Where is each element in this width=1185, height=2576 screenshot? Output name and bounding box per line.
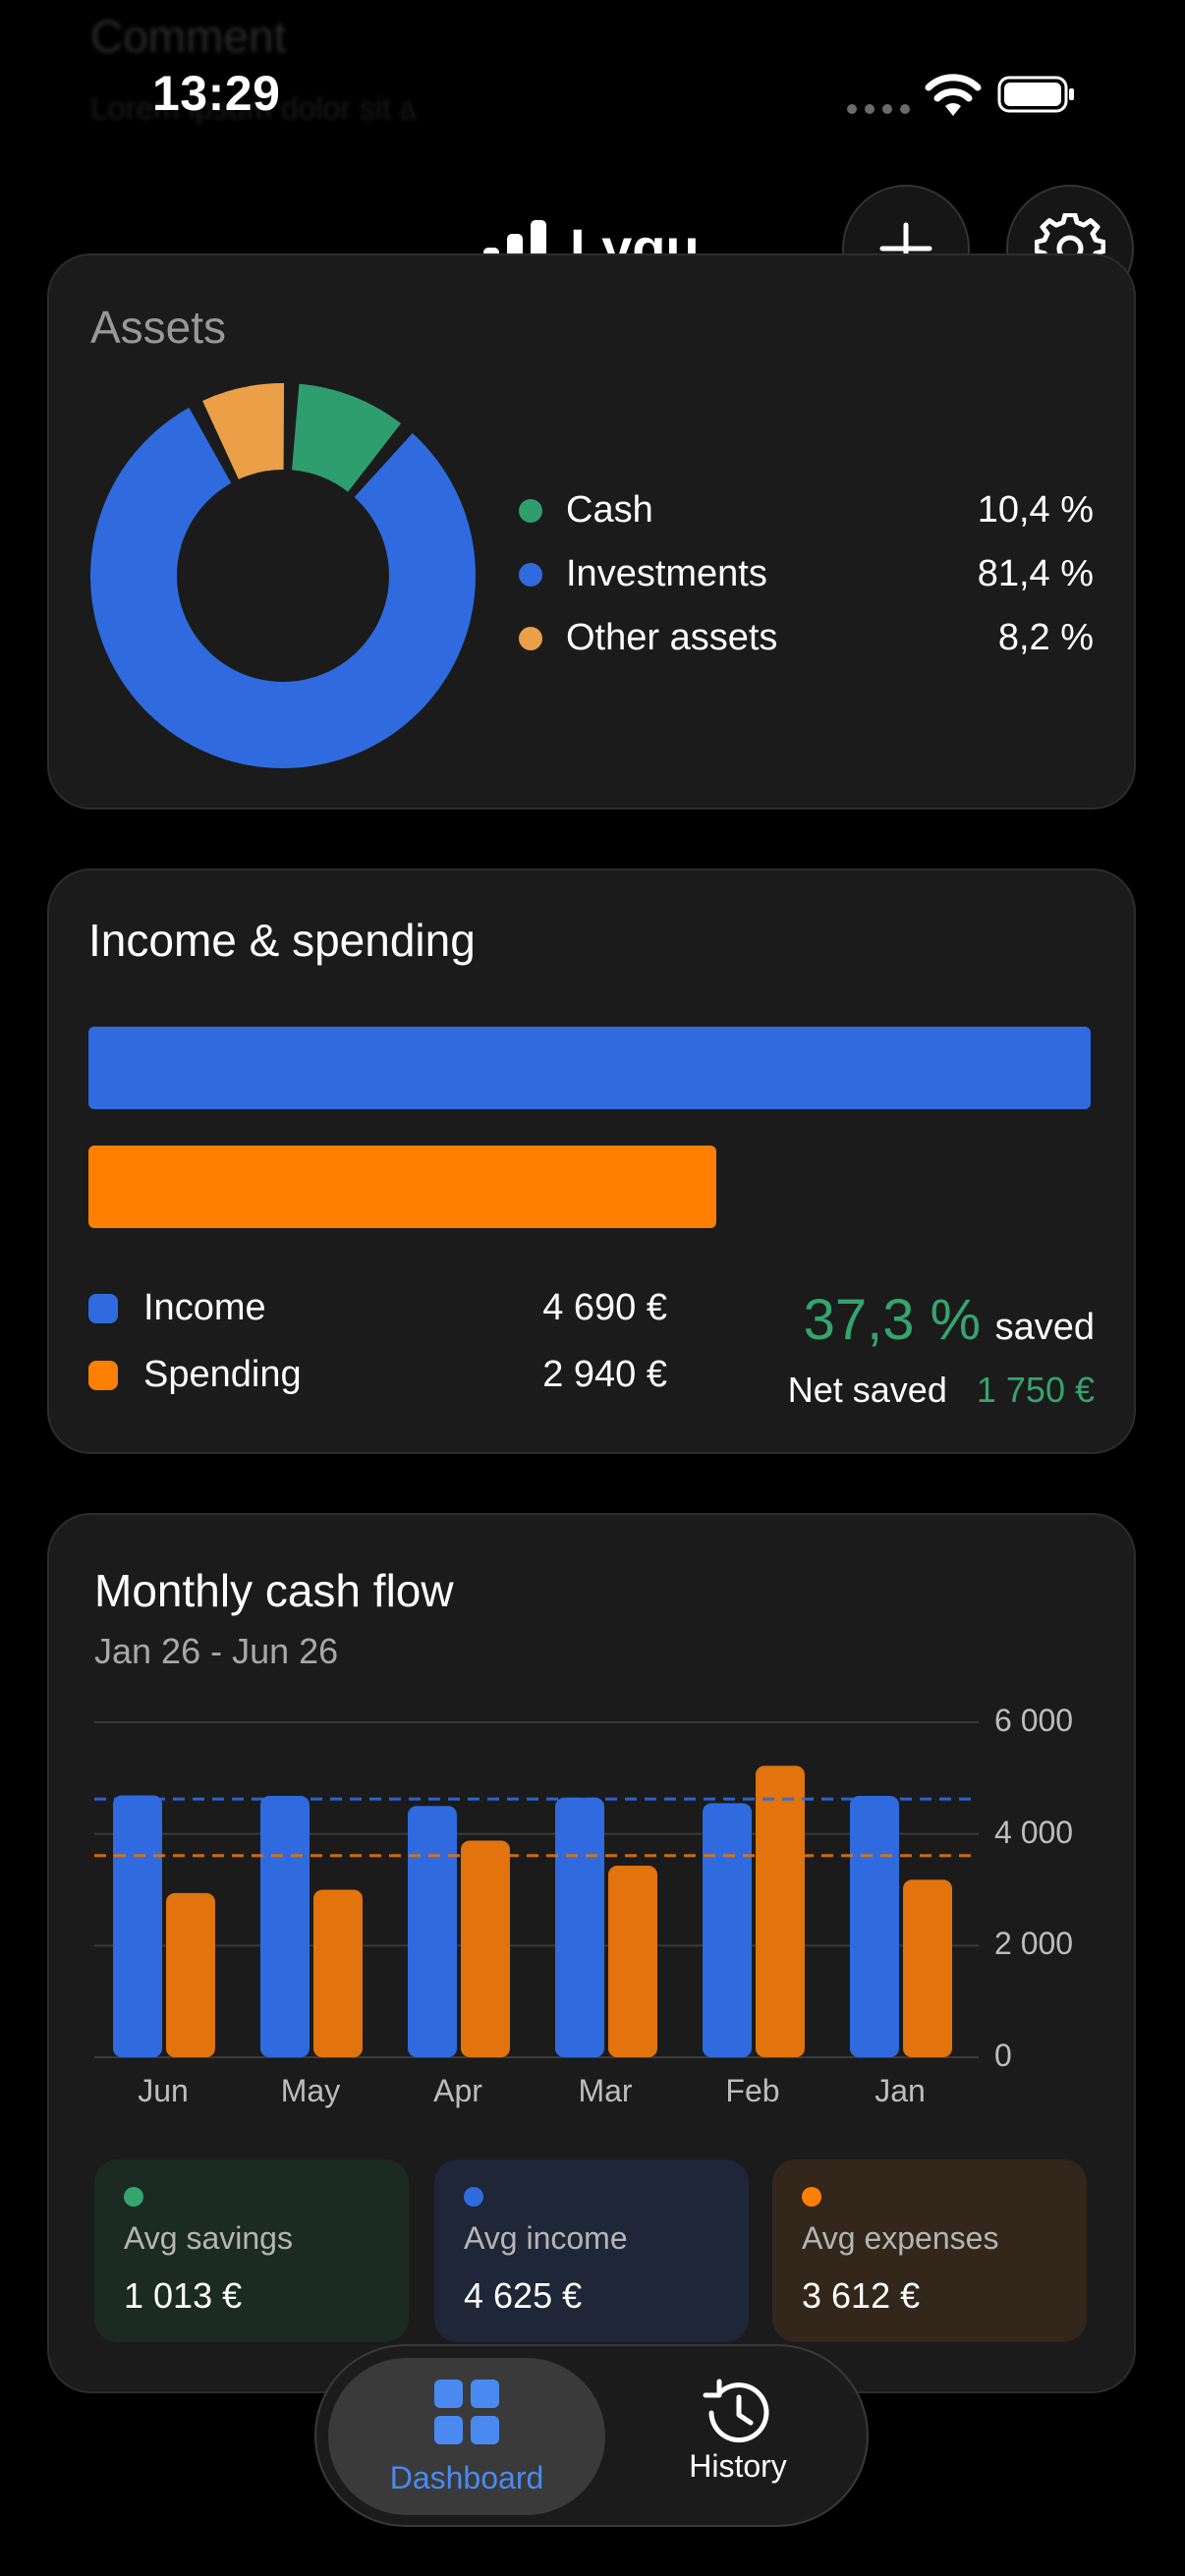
assets-legend-other: Other assets 8,2 % bbox=[519, 617, 1094, 659]
cash-value: 10,4 % bbox=[977, 489, 1094, 531]
tab-dashboard[interactable]: Dashboard bbox=[328, 2358, 605, 2515]
income-swatch bbox=[88, 1293, 118, 1323]
spending-legend: Spending 2 940 € bbox=[88, 1354, 667, 1396]
saved-percentage: 37,3 % bbox=[803, 1288, 982, 1352]
saved-summary: 37,3 % saved bbox=[688, 1287, 1095, 1353]
avg-expenses-value: 3 612 € bbox=[802, 2275, 921, 2316]
cash-dot bbox=[519, 498, 542, 523]
investments-value: 81,4 % bbox=[977, 553, 1094, 594]
investments-dot bbox=[519, 562, 542, 587]
y-tick-label: 2 000 bbox=[994, 1926, 1074, 1962]
wifi-icon bbox=[925, 74, 982, 116]
avg-income-dot bbox=[464, 2187, 483, 2207]
cash-flow-title: Monthly cash flow bbox=[94, 1565, 454, 1616]
x-tick-label: Apr bbox=[433, 2073, 482, 2108]
x-tick-label: Mar bbox=[578, 2073, 633, 2108]
net-saved-row: Net saved 1 750 € bbox=[688, 1370, 1095, 1411]
assets-legend-cash: Cash 10,4 % bbox=[519, 489, 1094, 532]
income-label: Income bbox=[143, 1287, 266, 1328]
other-assets-value: 8,2 % bbox=[997, 617, 1094, 658]
avg-expenses-label: Avg expenses bbox=[802, 2220, 999, 2256]
tab-bar: Dashboard History bbox=[314, 2344, 869, 2527]
x-tick-label: May bbox=[280, 2073, 341, 2108]
income-bar bbox=[88, 1027, 1091, 1109]
dynamic-island bbox=[410, 35, 775, 145]
net-saved-label: Net saved bbox=[787, 1370, 947, 1410]
x-tick-label: Feb bbox=[725, 2073, 780, 2108]
y-tick-label: 4 000 bbox=[994, 1814, 1074, 1850]
income-value: 4 690 € bbox=[542, 1287, 667, 1328]
saved-label: saved bbox=[994, 1307, 1095, 1348]
tab-dashboard-label: Dashboard bbox=[389, 2460, 544, 2495]
cellular-signal-icon bbox=[847, 104, 910, 114]
dashboard-grid-icon bbox=[434, 2380, 499, 2444]
y-tick-label: 6 000 bbox=[994, 1703, 1074, 1738]
assets-donut-chart[interactable] bbox=[86, 379, 480, 772]
avg-income-value: 4 625 € bbox=[464, 2275, 583, 2316]
tab-history[interactable]: History bbox=[617, 2358, 859, 2515]
avg-savings-value: 1 013 € bbox=[124, 2275, 243, 2316]
battery-icon bbox=[997, 76, 1074, 113]
spending-value: 2 940 € bbox=[542, 1354, 667, 1395]
assets-legend-investments: Investments 81,4 % bbox=[519, 553, 1094, 595]
avg-expenses-dot bbox=[802, 2187, 821, 2207]
background-ghost-title: Comment bbox=[90, 11, 287, 62]
avg-savings-label: Avg savings bbox=[124, 2220, 293, 2256]
cash-flow-date-range: Jan 26 - Jun 26 bbox=[94, 1631, 339, 1671]
tab-history-label: History bbox=[689, 2448, 787, 2484]
history-clock-icon bbox=[703, 2379, 769, 2443]
avg-savings-dot bbox=[124, 2187, 143, 2207]
spending-bar bbox=[88, 1146, 716, 1228]
assets-title: Assets bbox=[90, 302, 227, 353]
spending-swatch bbox=[88, 1360, 118, 1390]
avg-savings-box: Avg savings 1 013 € bbox=[94, 2159, 409, 2342]
avg-income-box: Avg income 4 625 € bbox=[434, 2159, 749, 2342]
income-legend: Income 4 690 € bbox=[88, 1287, 667, 1329]
avg-expenses-box: Avg expenses 3 612 € bbox=[772, 2159, 1087, 2342]
avg-income-label: Avg income bbox=[464, 2220, 628, 2256]
other-assets-dot bbox=[519, 626, 542, 650]
other-assets-label: Other assets bbox=[566, 617, 778, 658]
income-spending-title: Income & spending bbox=[88, 915, 476, 966]
status-time: 13:29 bbox=[152, 66, 281, 121]
cash-label: Cash bbox=[566, 489, 653, 531]
x-tick-label: Jan bbox=[875, 2073, 926, 2108]
y-tick-label: 0 bbox=[994, 2038, 1012, 2073]
x-tick-label: Jun bbox=[138, 2073, 189, 2108]
net-saved-value: 1 750 € bbox=[976, 1370, 1095, 1410]
spending-label: Spending bbox=[143, 1354, 302, 1395]
investments-label: Investments bbox=[566, 553, 767, 594]
